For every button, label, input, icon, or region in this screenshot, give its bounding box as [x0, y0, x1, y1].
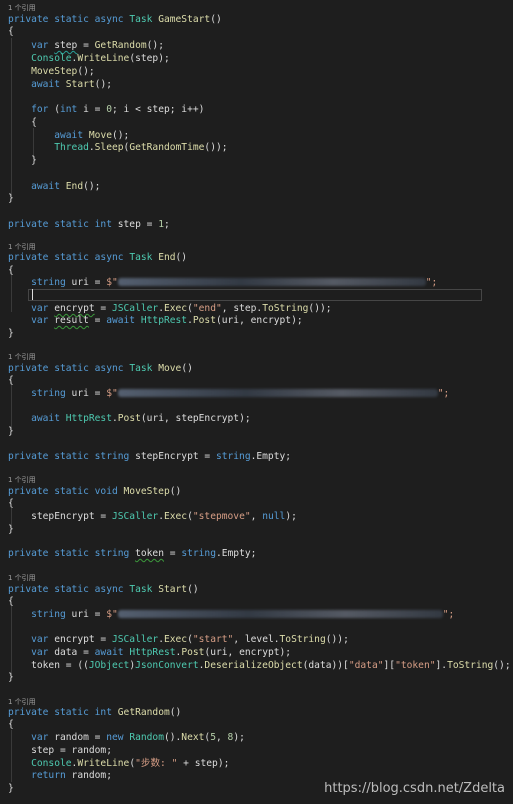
codelens-text[interactable]: 1 个引用 — [8, 574, 36, 582]
codelens-text[interactable]: 1 个引用 — [8, 698, 36, 706]
codelens-references[interactable]: 1 个引用 — [8, 2, 513, 14]
method-signature: private static int GetRandom() — [8, 707, 182, 718]
code-line: { — [8, 596, 14, 607]
code-line: { — [8, 719, 14, 730]
code-line: for (int i = 0; i < step; i++) — [31, 104, 205, 115]
method-signature: private static async Task Start() — [8, 584, 199, 595]
code-line: } — [8, 426, 14, 437]
code-line: stepEncrypt = JSCaller.Exec("stepmove", … — [31, 511, 297, 522]
codelens-references[interactable]: 1 个引用 — [8, 351, 513, 363]
redacted-url — [117, 610, 443, 618]
code-line: } — [8, 328, 14, 339]
code-line: await HttpRest.Post(uri, stepEncrypt); — [31, 413, 251, 424]
current-line-highlight — [28, 289, 482, 301]
code-line: token = ((JObject)JsonConvert.Deserializ… — [31, 660, 511, 671]
code-line: Thread.Sleep(GetRandomTime()); — [54, 142, 228, 153]
code-line: } — [8, 672, 14, 683]
code-line: { — [8, 26, 14, 37]
code-line: var step = GetRandom(); — [31, 40, 164, 51]
code-line: var data = await HttpRest.Post(uri, encr… — [31, 647, 292, 658]
code-line: var result = await HttpRest.Post(uri, en… — [31, 315, 303, 326]
code-line: var encrypt = JSCaller.Exec("end", step.… — [31, 303, 332, 314]
method-signature: private static async Task GameStart() — [8, 14, 222, 25]
method-signature: private static void MoveStep() — [8, 486, 182, 497]
redacted-url — [117, 389, 438, 397]
codelens-text[interactable]: 1 个引用 — [8, 243, 36, 251]
code-line: Console.WriteLine("步数: " + step); — [31, 758, 230, 769]
code-line: { — [8, 265, 14, 276]
codelens-text[interactable]: 1 个引用 — [8, 353, 36, 361]
field-declaration: private static string token = string.Emp… — [8, 548, 257, 559]
code-line: } — [8, 524, 14, 535]
code-line: await Start(); — [31, 79, 112, 90]
code-line: string uri = $" "; — [31, 388, 450, 399]
method-signature: private static async Task End() — [8, 252, 188, 263]
redacted-url — [117, 278, 426, 286]
codelens-text[interactable]: 1 个引用 — [8, 4, 36, 12]
text-caret — [32, 289, 33, 300]
code-line: step = random; — [31, 745, 112, 756]
code-line: } — [31, 155, 37, 166]
codelens-references[interactable]: 1 个引用 — [8, 474, 513, 486]
code-line: string uri = $" "; — [31, 277, 438, 288]
field-declaration: private static int step = 1; — [8, 219, 170, 230]
method-signature: private static async Task Move() — [8, 363, 193, 374]
code-line: { — [8, 498, 14, 509]
code-line: var encrypt = JSCaller.Exec("start", lev… — [31, 634, 349, 645]
code-editor[interactable]: 1 个引用 private static async Task GameStar… — [0, 0, 513, 804]
watermark-text: https://blog.csdn.net/Zdelta — [324, 781, 505, 796]
codelens-references[interactable]: 1 个引用 — [8, 572, 513, 584]
code-line: } — [8, 193, 14, 204]
codelens-text[interactable]: 1 个引用 — [8, 476, 36, 484]
code-line: Console.WriteLine(step); — [31, 53, 170, 64]
code-line: await End(); — [31, 181, 101, 192]
code-line: { — [8, 375, 14, 386]
code-line: await Move(); — [54, 130, 130, 141]
code-line: MoveStep(); — [31, 66, 95, 77]
field-declaration: private static string stepEncrypt = stri… — [8, 451, 292, 462]
code-line: var random = new Random().Next(5, 8); — [31, 732, 245, 743]
code-line: string uri = $" "; — [31, 609, 455, 620]
code-line: { — [31, 117, 37, 128]
